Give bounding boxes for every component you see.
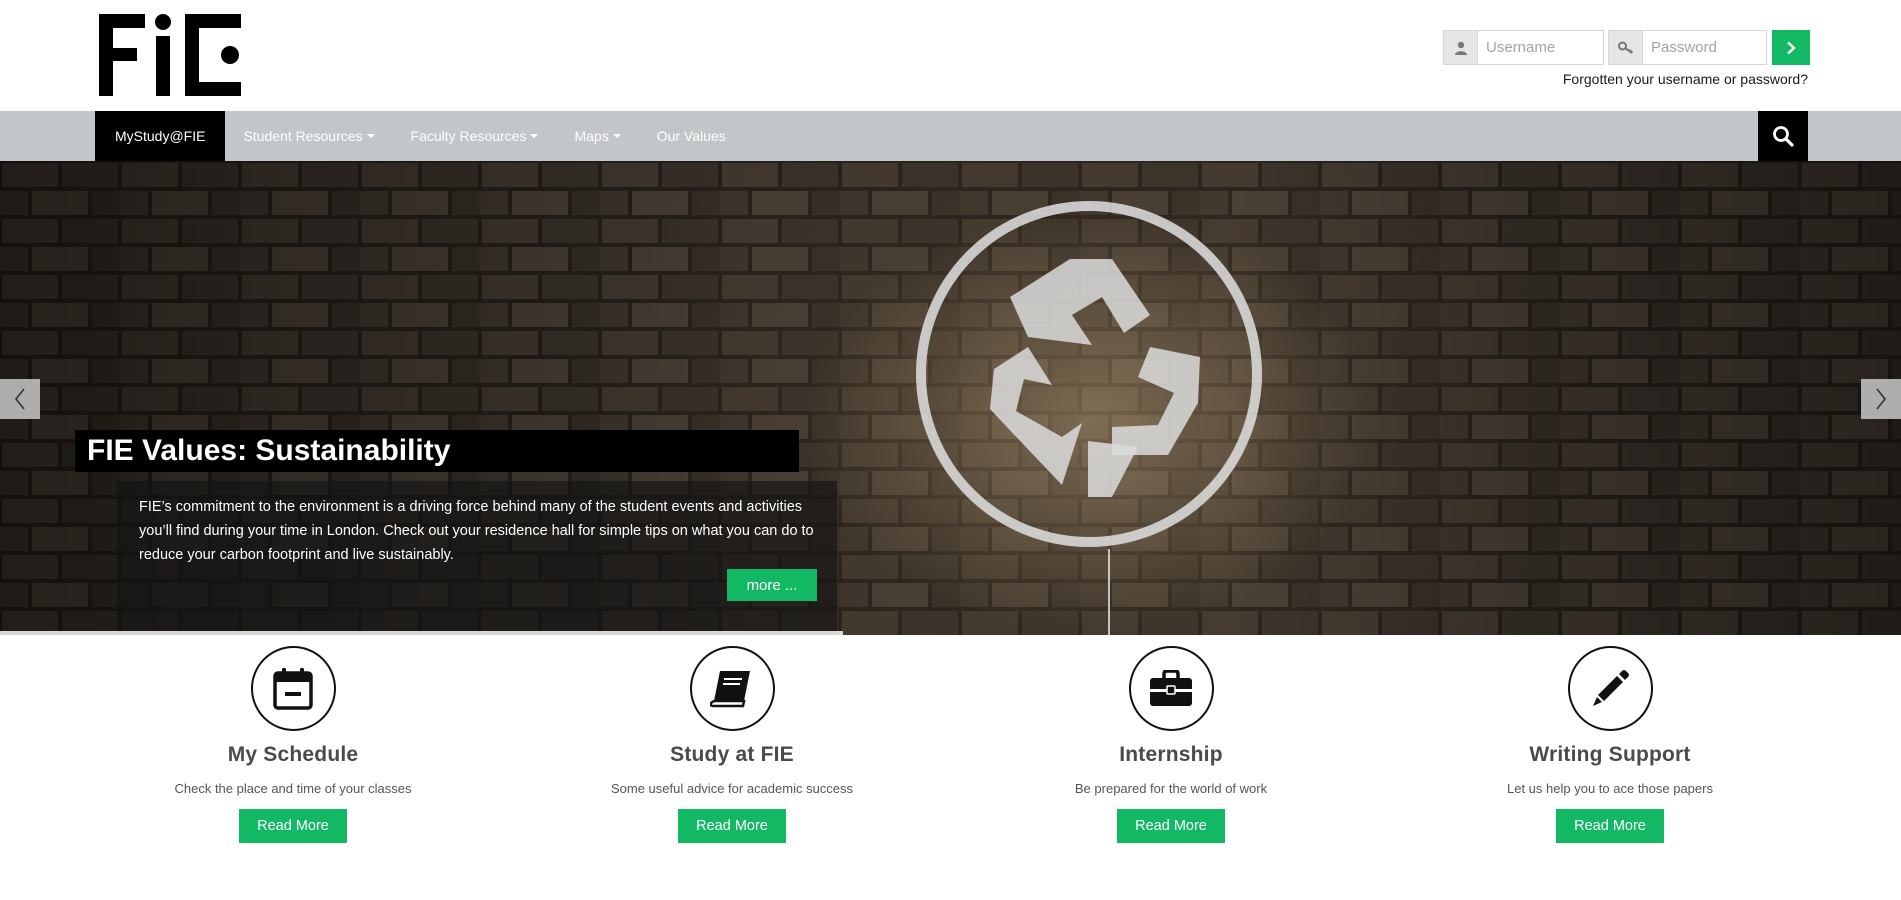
caret-down-icon [530, 134, 539, 138]
nav-item-label: MyStudy@FIE [115, 128, 206, 144]
feature-title: Writing Support [1529, 743, 1691, 766]
calendar-icon [273, 667, 313, 710]
feature-icon-circle[interactable] [1567, 646, 1653, 731]
slide-progress-bar [0, 631, 843, 635]
nav-item-faculty-resources[interactable]: Faculty Resources [393, 111, 557, 161]
login-form [1443, 30, 1810, 65]
recycle-icon [916, 201, 1262, 547]
pencil-icon [1593, 669, 1629, 706]
feature-writing-support: Writing Support Let us help you to ace t… [1410, 646, 1810, 843]
feature-description: Be prepared for the world of work [1074, 781, 1268, 796]
feature-description: Some useful advice for academic success [610, 781, 854, 796]
forgot-credentials-link[interactable]: Forgotten your username or password? [1563, 71, 1808, 87]
password-input[interactable] [1643, 30, 1767, 65]
read-more-button[interactable]: Read More [1556, 809, 1664, 843]
book-icon [710, 670, 750, 707]
feature-description: Let us help you to ace those papers [1507, 781, 1713, 796]
read-more-button[interactable]: Read More [678, 809, 786, 843]
feature-title: My Schedule [227, 743, 359, 766]
briefcase-icon [1150, 669, 1192, 706]
nav-item-student-resources[interactable]: Student Resources [225, 111, 392, 161]
hero-carousel: FIE Values: Sustainability FIE’s commitm… [0, 161, 1901, 635]
nav-menu: MyStudy@FIE Student Resources Faculty Re… [95, 111, 744, 161]
username-input[interactable] [1478, 30, 1604, 65]
main-navbar: MyStudy@FIE Student Resources Faculty Re… [0, 111, 1901, 161]
nav-item-our-values[interactable]: Our Values [639, 111, 744, 161]
search-icon [1773, 126, 1794, 147]
site-header: Forgotten your username or password? [0, 0, 1901, 111]
login-submit-button[interactable] [1772, 30, 1810, 65]
nav-item-label: Maps [574, 128, 609, 144]
nav-item-maps[interactable]: Maps [556, 111, 638, 161]
nav-item-label: Faculty Resources [410, 128, 527, 144]
feature-icon-circle[interactable] [250, 646, 336, 731]
carousel-next-button[interactable] [1861, 379, 1901, 419]
feature-internship: Internship Be prepared for the world of … [971, 646, 1371, 843]
fie-logo-image [99, 14, 241, 96]
feature-description: Check the place and time of your classes [174, 781, 412, 796]
chevron-left-icon [14, 388, 25, 410]
feature-title: Internship [1119, 743, 1223, 766]
slide-title: FIE Values: Sustainability [75, 430, 799, 472]
nav-item-mystudy[interactable]: MyStudy@FIE [95, 111, 226, 161]
caret-down-icon [612, 134, 621, 138]
feature-study-at-fie: Study at FIE Some useful advice for acad… [532, 646, 932, 843]
user-icon [1443, 30, 1478, 65]
chevron-right-icon [1787, 41, 1796, 54]
pendant-string [1108, 549, 1110, 635]
read-more-button[interactable]: Read More [1117, 809, 1225, 843]
caret-down-icon [366, 134, 375, 138]
slide-more-button[interactable]: more ... [727, 569, 817, 601]
feature-icon-circle[interactable] [689, 646, 775, 731]
feature-icon-circle[interactable] [1128, 646, 1214, 731]
search-button[interactable] [1758, 111, 1808, 161]
slide-description: FIE’s commitment to the environment is a… [139, 499, 814, 563]
read-more-button[interactable]: Read More [239, 809, 347, 843]
feature-title: Study at FIE [670, 743, 794, 766]
chevron-right-icon [1876, 388, 1887, 410]
fie-logo[interactable] [99, 14, 241, 96]
feature-my-schedule: My Schedule Check the place and time of … [93, 646, 493, 843]
nav-item-label: Student Resources [243, 128, 363, 144]
key-icon [1608, 30, 1643, 65]
carousel-prev-button[interactable] [0, 379, 40, 419]
nav-item-label: Our Values [656, 128, 726, 144]
